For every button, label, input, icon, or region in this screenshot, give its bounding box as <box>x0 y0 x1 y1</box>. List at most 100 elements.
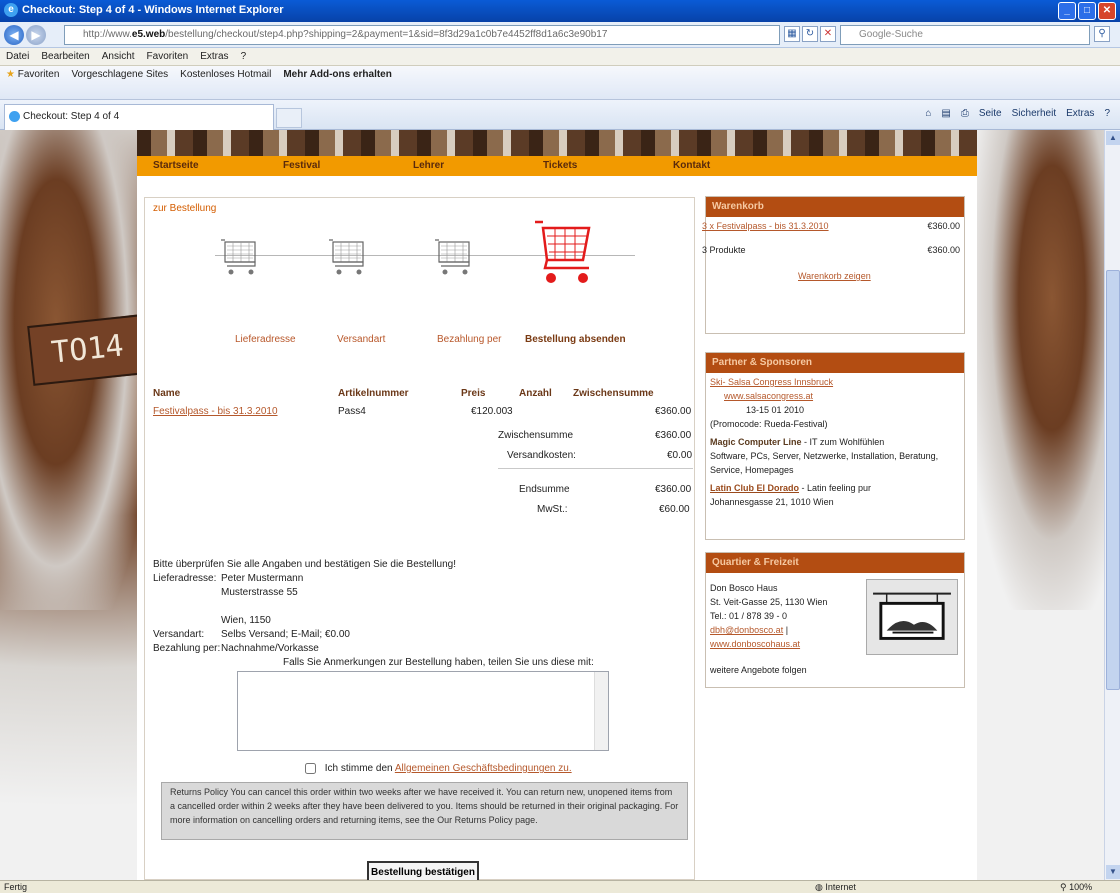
quarter-box: Quartier & Freizeit Don Bosco Haus St. V… <box>705 552 965 688</box>
partner-salsa-promo: (Promocode: Rueda-Festival) <box>710 419 828 429</box>
fav-item-hotmail[interactable]: Kostenloses Hotmail <box>180 69 271 80</box>
new-tab-button[interactable] <box>276 108 302 128</box>
summary-shipping-value: €0.00 <box>667 450 693 461</box>
partner-latin-name[interactable]: Latin Club El Dorado <box>710 483 799 493</box>
stop-icon[interactable]: ✕ <box>820 26 836 42</box>
nav-startseite[interactable]: Startseite <box>137 156 267 176</box>
security-zone[interactable]: ◍ Internet <box>815 881 856 893</box>
show-cart-link[interactable]: Warenkorb zeigen <box>798 269 871 283</box>
menu-file[interactable]: Datei <box>6 48 29 65</box>
scroll-up-arrow-icon[interactable]: ▲ <box>1106 131 1120 145</box>
refresh-icon[interactable]: ↻ <box>802 26 818 42</box>
terms-checkbox[interactable] <box>305 763 316 774</box>
top-navigation: Startseite Festival Lehrer Tickets Konta… <box>137 156 977 176</box>
cart-count: 3 Produkte <box>702 245 746 255</box>
step-label-shipping: Versandart <box>337 334 386 345</box>
forward-button[interactable]: ▶ <box>26 25 46 45</box>
nav-festival[interactable]: Festival <box>267 156 397 176</box>
cart-icon <box>435 239 470 275</box>
summary-divider <box>498 468 693 469</box>
compatibility-icon[interactable]: ▦ <box>784 26 800 42</box>
close-window-button[interactable]: ✕ <box>1098 2 1116 20</box>
menu-favorites[interactable]: Favoriten <box>147 48 189 65</box>
step-label-submit-order: Bestellung absenden <box>525 334 626 345</box>
step-label-delivery-address: Lieferadresse <box>235 334 296 345</box>
search-input[interactable]: Google-Suche <box>840 25 1090 45</box>
menu-view[interactable]: Ansicht <box>102 48 135 65</box>
summary-vat-label: MwSt.: <box>537 504 568 515</box>
cmd-security[interactable]: Sicherheit <box>1012 108 1056 119</box>
confirm-order-button[interactable]: Bestellung bestätigen <box>367 861 479 880</box>
partner-magic-name[interactable]: Magic Computer Line <box>710 437 802 447</box>
menu-edit[interactable]: Bearbeiten <box>41 48 89 65</box>
ie-logo-icon: e <box>4 3 18 17</box>
scroll-down-arrow-icon[interactable]: ▼ <box>1106 865 1120 879</box>
cmd-tools[interactable]: Extras <box>1066 108 1094 119</box>
fav-item-addons[interactable]: Mehr Add-ons erhalten <box>283 69 392 80</box>
home-icon[interactable]: ⌂ <box>925 108 931 119</box>
quarter-email-link[interactable]: dbh@donbosco.at <box>710 625 783 635</box>
checkout-content: zur Bestellung Lieferadresse Versandart … <box>144 197 695 880</box>
menu-tools[interactable]: Extras <box>200 48 228 65</box>
partner-salsa-url[interactable]: www.salsacongress.at <box>710 389 960 403</box>
page-icon <box>9 111 20 122</box>
cart-item-link[interactable]: 3 x Festivalpass - bis 31.3.2010 <box>702 219 829 233</box>
remarks-textarea[interactable] <box>237 671 609 751</box>
terms-prefix: Ich stimme den <box>324 763 393 775</box>
favorites-bar: ★ Favoriten Vorgeschlagene Sites Kostenl… <box>0 66 1120 100</box>
scroll-thumb[interactable] <box>1106 270 1120 690</box>
summary-total-label: Endsumme <box>519 484 570 495</box>
order-item-article: Pass4 <box>338 406 366 417</box>
back-button[interactable]: ◀ <box>4 25 24 45</box>
fav-item-suggested[interactable]: Vorgeschlagene Sites <box>71 69 168 80</box>
summary-shipping-label: Versandkosten: <box>507 450 576 461</box>
step-label-payment: Bezahlung per <box>437 334 502 345</box>
favorites-button[interactable]: ★ Favoriten <box>6 69 59 80</box>
minimize-button[interactable]: _ <box>1058 2 1076 20</box>
summary-vat-value: €60.00 <box>659 504 690 515</box>
cart-icon <box>329 239 364 275</box>
quarter-more: weitere Angebote folgen <box>710 665 807 675</box>
review-intro: Bitte überprüfen Sie alle Angaben und be… <box>153 559 456 570</box>
partners-box-title: Partner & Sponsoren <box>706 353 964 373</box>
nav-kontakt[interactable]: Kontakt <box>657 156 787 176</box>
cart-box-title: Warenkorb <box>706 197 964 217</box>
shipping-label: Versandart: <box>153 629 205 640</box>
nav-lehrer[interactable]: Lehrer <box>397 156 527 176</box>
license-plate-image: TO14 <box>27 314 148 386</box>
don-bosco-sign-image[interactable] <box>866 579 958 655</box>
breadcrumb[interactable]: zur Bestellung <box>153 203 216 214</box>
quarter-email-separator: | <box>785 625 789 635</box>
url-input[interactable]: http://www.e5.web/bestellung/checkout/st… <box>64 25 780 45</box>
window-titlebar: e Checkout: Step 4 of 4 - Windows Intern… <box>0 0 1120 22</box>
menu-help[interactable]: ? <box>241 48 247 65</box>
cmd-page[interactable]: Seite <box>979 108 1002 119</box>
feeds-icon[interactable]: ▤ <box>941 108 950 119</box>
order-item-link[interactable]: Festivalpass - bis 31.3.2010 <box>153 406 278 417</box>
maximize-button[interactable]: □ <box>1078 2 1096 20</box>
partner-salsa-link[interactable]: Ski- Salsa Congress Innsbruck <box>710 375 960 389</box>
remarks-label: Falls Sie Anmerkungen zur Bestellung hab… <box>283 657 594 668</box>
remarks-scrollbar[interactable] <box>594 672 608 750</box>
tab-checkout[interactable]: Checkout: Step 4 of 4 <box>4 104 274 130</box>
nav-tickets[interactable]: Tickets <box>527 156 657 176</box>
zoom-level[interactable]: ⚲ 100% <box>1060 881 1092 893</box>
tab-bar: Checkout: Step 4 of 4 ⌂ ▤ ⎙ Seite Sicher… <box>0 100 1120 130</box>
col-header-quantity: Anzahl <box>519 388 552 399</box>
summary-subtotal-label: Zwischensumme <box>498 430 574 441</box>
checkout-steps <box>215 220 635 340</box>
star-icon: ★ <box>6 69 15 80</box>
search-icon[interactable]: ⚲ <box>1094 26 1110 42</box>
quarter-box-title: Quartier & Freizeit <box>706 553 964 573</box>
page-viewport: TO14 Startseite Festival Lehrer Tickets … <box>0 130 1104 880</box>
cart-box: Warenkorb 3 x Festivalpass - bis 31.3.20… <box>702 196 965 334</box>
col-header-subtotal: Zwischensumme <box>573 388 654 399</box>
partner-salsa-date: 13-15 01 2010 <box>746 405 805 415</box>
terms-link[interactable]: Allgemeinen Geschäftsbedingungen zu. <box>395 763 572 774</box>
help-icon[interactable]: ? <box>1104 108 1110 119</box>
print-icon[interactable]: ⎙ <box>961 108 969 119</box>
menu-bar: Datei Bearbeiten Ansicht Favoriten Extra… <box>0 48 1120 66</box>
returns-policy-box: Returns Policy You can cancel this order… <box>161 782 688 840</box>
order-item-price: €120.00 <box>471 406 508 417</box>
page-scrollbar[interactable]: ▲ ▼ <box>1104 130 1120 880</box>
